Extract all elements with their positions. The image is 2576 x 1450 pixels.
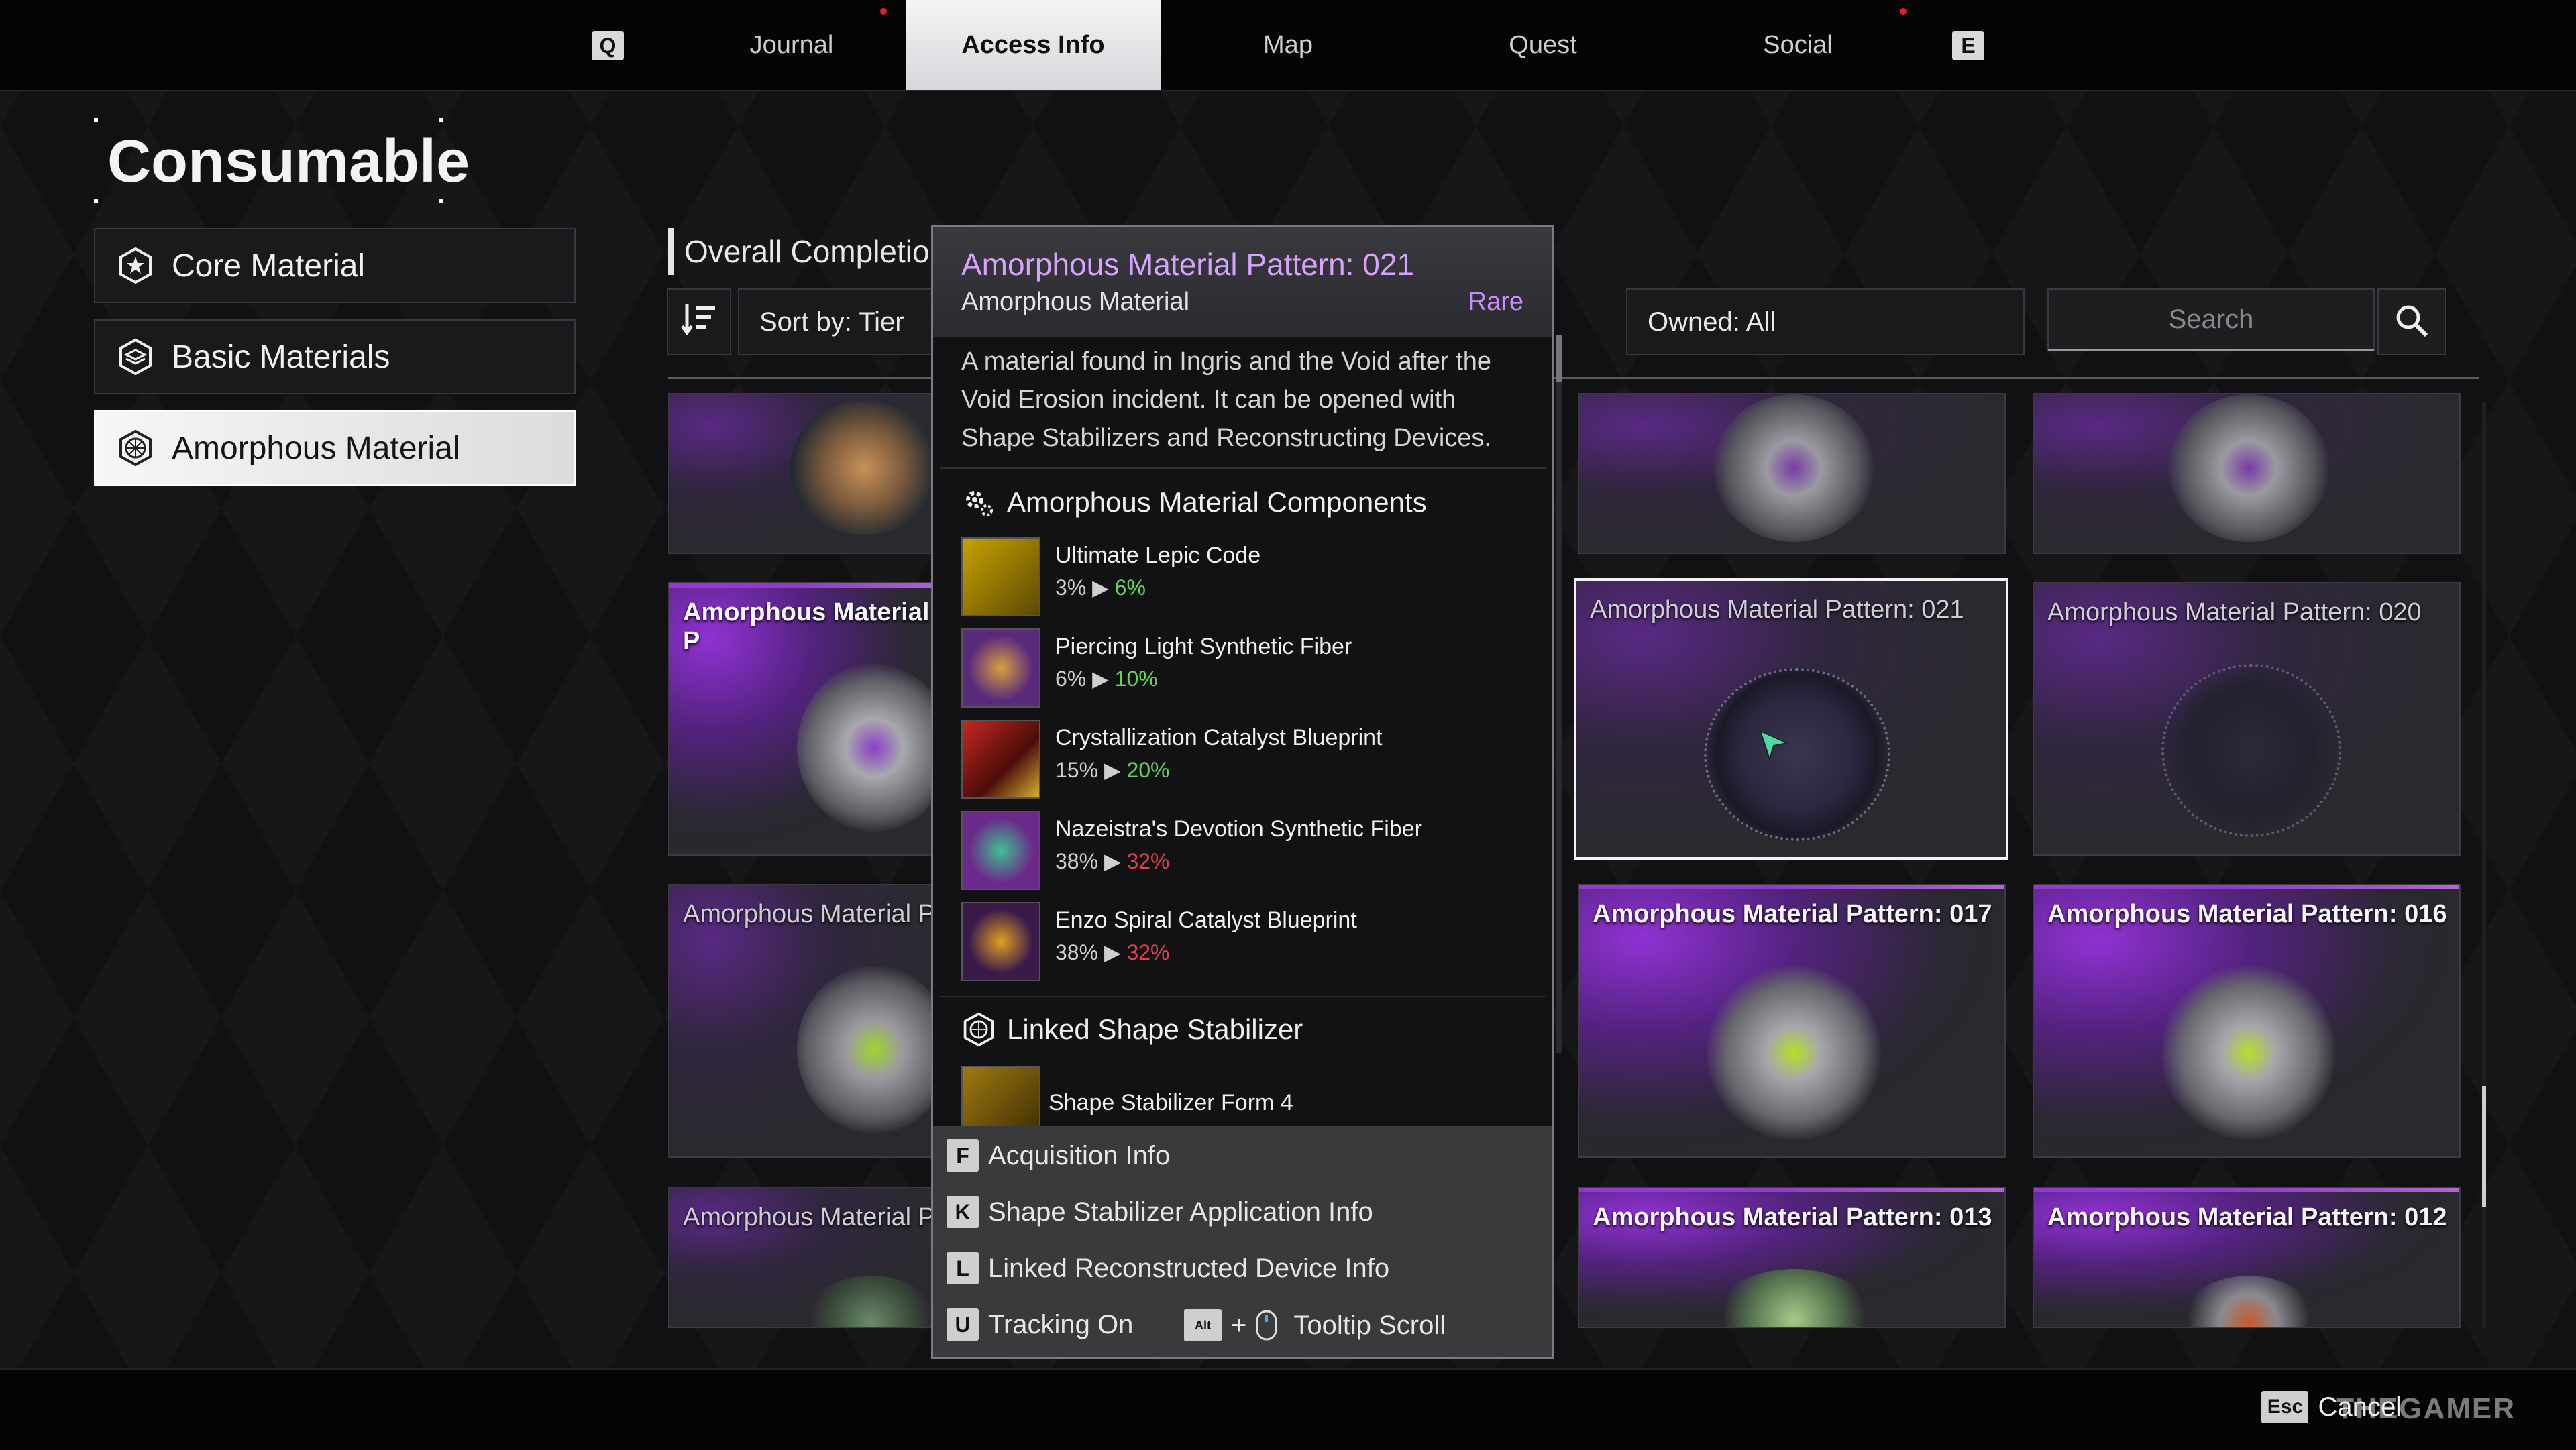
material-card[interactable]: Amorphous Material P [668,582,950,856]
material-card[interactable] [668,393,950,554]
corner-marker [94,118,98,122]
cube-cluster-image [1707,966,1881,1140]
material-card[interactable]: Amorphous Material Pattern: 012 [2033,1187,2461,1328]
action-stabilizer-info[interactable]: K Shape Stabilizer Application Info [947,1196,1373,1228]
cube-cluster-image [2168,394,2329,542]
tooltip-scrollbar[interactable] [1556,335,1562,1053]
key-e-hint[interactable]: E [1952,31,1984,60]
mouse-icon [1253,1308,1280,1342]
sidebar-item-amorphous-material[interactable]: Amorphous Material [94,410,576,486]
cancel-button[interactable]: THEGAMER Esc Cancel [2261,1391,2516,1425]
tooltip-actions: F Acquisition Info K Shape Stabilizer Ap… [933,1126,1552,1357]
tab-quest[interactable]: Quest [1449,0,1637,90]
web-hexagon-icon [961,1012,996,1047]
cube-cluster-image [2161,966,2336,1140]
component-thumbnail [961,720,1040,799]
component-thumbnail [961,811,1040,890]
material-card[interactable]: Amorphous Material Pattern: 013 [1578,1187,2006,1328]
notification-dot [1900,8,1907,15]
component-thumbnail [961,902,1040,981]
corner-marker [94,199,98,203]
bottom-bar [0,1368,2576,1450]
tab-map[interactable]: Map [1194,0,1382,90]
sort-order-button[interactable] [667,288,731,355]
action-reconstructed-device-info[interactable]: L Linked Reconstructed Device Info [947,1252,1389,1284]
tab-social[interactable]: Social [1704,0,1892,90]
web-hexagon-icon [115,428,156,468]
sidebar-item-label: Core Material [172,247,366,284]
card-title: Amorphous Material Pattern: 021 [1590,596,1964,624]
search-button[interactable] [2377,288,2446,355]
tab-access-info[interactable]: Access Info [906,0,1161,90]
action-tracking[interactable]: U Tracking On [947,1308,1133,1341]
component-row: Piercing Light Synthetic Fiber 6% ▶ 10% [961,628,1532,712]
sidebar-item-label: Amorphous Material [172,430,460,466]
action-tooltip-scroll[interactable]: Alt + Tooltip Scroll [1184,1308,1446,1342]
tooltip-subtitle: Amorphous Material [961,288,1190,316]
molecule-image [790,401,938,535]
components-heading: Amorphous Material Components [961,485,1427,520]
search-icon [2393,302,2430,343]
sort-desc-icon [680,302,718,342]
action-acquisition-info[interactable]: F Acquisition Info [947,1139,1170,1172]
card-title: Amorphous Material Pattern: 017 [1593,900,1992,928]
sort-dropdown[interactable]: Sort by: Tier [738,288,939,355]
component-thumbnail [961,537,1040,616]
sidebar-item-label: Basic Materials [172,339,390,375]
card-title: Amorphous Material P [683,598,930,655]
stabilizer-row: Shape Stabilizer Form 4 [961,1066,1532,1126]
component-row: Crystallization Catalyst Blueprint 15% ▶… [961,720,1532,803]
card-title: Amorphous Material Pattern: 020 [2047,598,2422,626]
material-card[interactable] [1578,393,2006,554]
cube-cluster-image [797,664,949,832]
material-card-selected[interactable]: Amorphous Material Pattern: 021 [1574,578,2008,860]
material-card[interactable]: Amorphous Material P [668,884,950,1158]
rarity-label: Rare [1468,288,1523,316]
layers-icon [115,337,156,377]
material-card[interactable]: Amorphous Material Pattern: 017 [1578,884,2006,1158]
component-row: Nazeistra's Devotion Synthetic Fiber 38%… [961,811,1532,894]
material-card[interactable]: Amorphous Material Pattern: 020 [2033,582,2461,856]
key-q-hint[interactable]: Q [592,31,624,60]
notification-dot [880,8,887,15]
search-input[interactable]: Search [2047,288,2375,351]
material-card[interactable]: Amorphous Material P [668,1187,950,1328]
grid-scrollbar[interactable] [2482,402,2486,1328]
material-card[interactable]: Amorphous Material Pattern: 016 [2033,884,2461,1158]
card-title: Amorphous Material P [683,1203,935,1231]
tooltip-description: A material found in Ingris and the Void … [961,347,1492,452]
gear-icon [961,485,996,520]
tooltip-title: Amorphous Material Pattern: 021 [961,247,1415,282]
owned-filter-dropdown[interactable]: Owned: All [1626,288,2025,355]
component-row: Enzo Spiral Catalyst Blueprint 38% ▶ 32% [961,902,1532,985]
sidebar-item-core-material[interactable]: Core Material [94,228,576,303]
card-title: Amorphous Material P [683,900,935,928]
page-title: Consumable [107,128,470,195]
sphere-lattice-image [2161,664,2341,837]
component-thumbnail [961,628,1040,708]
component-row: Ultimate Lepic Code 3% ▶ 6% [961,537,1532,620]
tab-journal[interactable]: Journal [698,0,885,90]
overall-completion-label: Overall Completion [668,228,947,275]
sidebar-item-basic-materials[interactable]: Basic Materials [94,319,576,394]
card-title: Amorphous Material Pattern: 012 [2047,1203,2447,1231]
cube-cluster-image [1713,394,1874,542]
cube-cluster-image [797,966,949,1133]
component-thumbnail [961,1066,1040,1126]
card-title: Amorphous Material Pattern: 016 [2047,900,2447,928]
top-nav: Q Journal Access Info Map Quest Social E [0,0,2576,91]
star-badge-icon [115,245,156,286]
item-tooltip: Amorphous Material Pattern: 021 Amorphou… [931,225,1554,1359]
corner-marker [439,118,443,122]
corner-marker [439,199,443,203]
sphere-lattice-image [1704,668,1890,841]
material-card[interactable] [2033,393,2461,554]
card-title: Amorphous Material Pattern: 013 [1593,1203,1992,1231]
stabilizer-heading: Linked Shape Stabilizer [961,1012,1303,1047]
cursor-arrow-icon [1758,728,1791,765]
